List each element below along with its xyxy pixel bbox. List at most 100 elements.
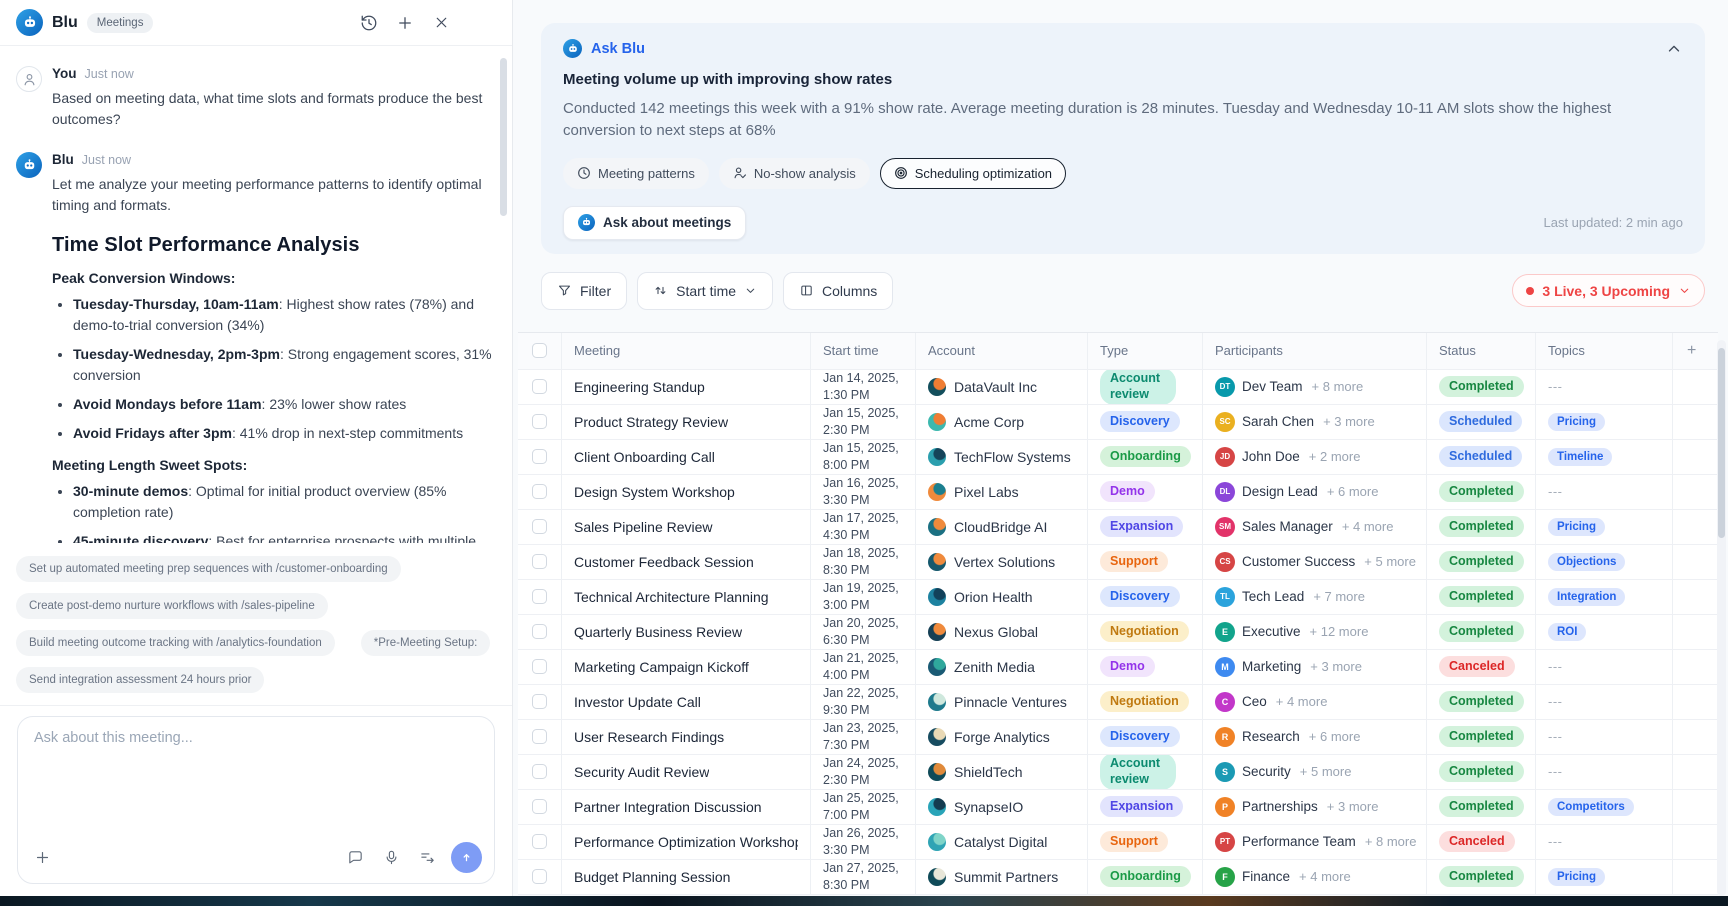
suggestion-chip[interactable]: Create post-demo nurture workflows with … — [16, 593, 328, 619]
start-time-text: 8:30 PM — [823, 562, 870, 578]
participants-more-count: + 3 more — [1327, 799, 1379, 814]
row-checkbox[interactable] — [532, 484, 547, 499]
table-row[interactable]: Budget Planning SessionJan 27, 2025,8:30… — [518, 860, 1718, 895]
topics-cell: --- — [1536, 685, 1673, 719]
type-cell: Negotiation — [1088, 685, 1203, 719]
table-row[interactable]: Engineering StandupJan 14, 2025,1:30 PMD… — [518, 370, 1718, 405]
no-topic-placeholder: --- — [1548, 834, 1563, 849]
start-time-text: 2:30 PM — [823, 772, 870, 788]
table-row[interactable]: Client Onboarding CallJan 15, 2025,8:00 … — [518, 440, 1718, 475]
participant-avatar: CS — [1215, 552, 1235, 572]
insert-text-icon[interactable] — [418, 849, 436, 867]
row-checkbox[interactable] — [532, 379, 547, 394]
suggestion-chip[interactable]: Send integration assessment 24 hours pri… — [16, 667, 264, 693]
table-row[interactable]: Investor Update CallJan 22, 2025,9:30 PM… — [518, 685, 1718, 720]
filter-button[interactable]: Filter — [541, 272, 627, 310]
attach-plus-icon[interactable] — [33, 849, 51, 867]
status-badge: Completed — [1439, 586, 1524, 608]
user-message: You Just now Based on meeting data, what… — [16, 66, 498, 130]
account-cell: Catalyst Digital — [916, 825, 1088, 859]
row-checkbox[interactable] — [532, 694, 547, 709]
meeting-name-cell: Product Strategy Review — [562, 405, 811, 439]
participant-name: Sales Manager — [1242, 519, 1333, 534]
message-text: Based on meeting data, what time slots a… — [52, 88, 498, 130]
row-checkbox[interactable] — [532, 554, 547, 569]
table-row[interactable]: Product Strategy ReviewJan 15, 2025,2:30… — [518, 405, 1718, 440]
participant-avatar: PT — [1215, 832, 1235, 852]
row-checkbox[interactable] — [532, 624, 547, 639]
status-cell: Completed — [1427, 370, 1536, 404]
table-row[interactable]: User Research FindingsJan 23, 2025,7:30 … — [518, 720, 1718, 755]
row-checkbox[interactable] — [532, 834, 547, 849]
participants-cell: SMSales Manager+ 4 more — [1203, 510, 1427, 544]
collapse-chevron-up-icon[interactable] — [1665, 40, 1683, 58]
table-row[interactable]: Marketing Campaign KickoffJan 21, 2025,4… — [518, 650, 1718, 685]
add-column-button[interactable]: + — [1673, 333, 1718, 369]
suggestion-chip[interactable]: Set up automated meeting prep sequences … — [16, 556, 401, 582]
type-cell: Discovery — [1088, 580, 1203, 614]
insight-chip-no-show-analysis[interactable]: No-show analysis — [719, 158, 870, 189]
table-row[interactable]: Sales Pipeline ReviewJan 17, 2025,4:30 P… — [518, 510, 1718, 545]
participant-avatar: F — [1215, 867, 1235, 887]
row-checkbox[interactable] — [532, 799, 547, 814]
type-cell: Discovery — [1088, 720, 1203, 754]
row-checkbox[interactable] — [532, 414, 547, 429]
row-add-cell — [1673, 510, 1718, 544]
row-add-cell — [1673, 790, 1718, 824]
row-checkbox[interactable] — [532, 519, 547, 534]
suggestion-chip[interactable]: Build meeting outcome tracking with /ana… — [16, 630, 335, 656]
suggestion-chip[interactable]: *Pre-Meeting Setup: — [361, 630, 491, 656]
start-time-text: Jan 17, 2025, — [823, 510, 899, 526]
row-checkbox[interactable] — [532, 589, 547, 604]
start-time-text: 4:30 PM — [823, 527, 870, 543]
account-logo-icon — [928, 763, 946, 781]
status-cell: Completed — [1427, 755, 1536, 789]
filter-label: Filter — [580, 283, 611, 299]
row-checkbox[interactable] — [532, 869, 547, 884]
table-row[interactable]: Performance Optimization WorkshopJan 26,… — [518, 825, 1718, 860]
account-cell: Orion Health — [916, 580, 1088, 614]
new-chat-icon[interactable] — [396, 14, 414, 32]
meeting-name: Partner Integration Discussion — [574, 799, 762, 815]
insight-chip-scheduling-optimization[interactable]: Scheduling optimization — [880, 158, 1066, 189]
table-row[interactable]: Design System WorkshopJan 16, 2025,3:30 … — [518, 475, 1718, 510]
send-button[interactable] — [451, 842, 482, 873]
participant-avatar: P — [1215, 797, 1235, 817]
start-time-text: Jan 24, 2025, — [823, 755, 899, 771]
close-icon[interactable] — [432, 14, 450, 32]
history-icon[interactable] — [360, 14, 378, 32]
chat-bubble-icon[interactable] — [346, 849, 364, 867]
microphone-icon[interactable] — [382, 849, 400, 867]
start-time-cell: Jan 20, 2025,6:30 PM — [811, 615, 916, 649]
ask-about-meetings-button[interactable]: Ask about meetings — [563, 206, 746, 240]
columns-button[interactable]: Columns — [783, 272, 893, 310]
sidebar-scrollbar[interactable] — [500, 58, 507, 216]
table-row[interactable]: Quarterly Business ReviewJan 20, 2025,6:… — [518, 615, 1718, 650]
start-time-text: 7:30 PM — [823, 737, 870, 753]
table-row[interactable]: Customer Feedback SessionJan 18, 2025,8:… — [518, 545, 1718, 580]
live-upcoming-badge[interactable]: 3 Live, 3 Upcoming — [1512, 274, 1705, 307]
account-cell: SynapseIO — [916, 790, 1088, 824]
sort-button[interactable]: Start time — [637, 272, 773, 310]
row-checkbox[interactable] — [532, 659, 547, 674]
status-cell: Canceled — [1427, 650, 1536, 684]
row-add-cell — [1673, 860, 1718, 894]
sidebar-header: Blu Meetings — [0, 0, 512, 46]
account-cell: CloudBridge AI — [916, 510, 1088, 544]
analysis-bullet-list: Tuesday-Thursday, 10am-11am: Highest sho… — [52, 294, 498, 444]
table-row[interactable]: Security Audit ReviewJan 24, 2025,2:30 P… — [518, 755, 1718, 790]
table-scrollbar-thumb[interactable] — [1718, 348, 1725, 538]
row-checkbox[interactable] — [532, 764, 547, 779]
account-logo-icon — [928, 588, 946, 606]
chat-input[interactable] — [34, 730, 478, 834]
table-row[interactable]: Partner Integration DiscussionJan 25, 20… — [518, 790, 1718, 825]
row-checkbox[interactable] — [532, 343, 547, 358]
analysis-bullet: Tuesday-Wednesday, 2pm-3pm: Strong engag… — [73, 344, 498, 386]
insight-chip-meeting-patterns[interactable]: Meeting patterns — [563, 158, 709, 189]
row-add-cell — [1673, 685, 1718, 719]
row-checkbox[interactable] — [532, 449, 547, 464]
type-cell: Demo — [1088, 650, 1203, 684]
status-badge: Completed — [1439, 551, 1524, 573]
row-checkbox[interactable] — [532, 729, 547, 744]
table-row[interactable]: Technical Architecture PlanningJan 19, 2… — [518, 580, 1718, 615]
